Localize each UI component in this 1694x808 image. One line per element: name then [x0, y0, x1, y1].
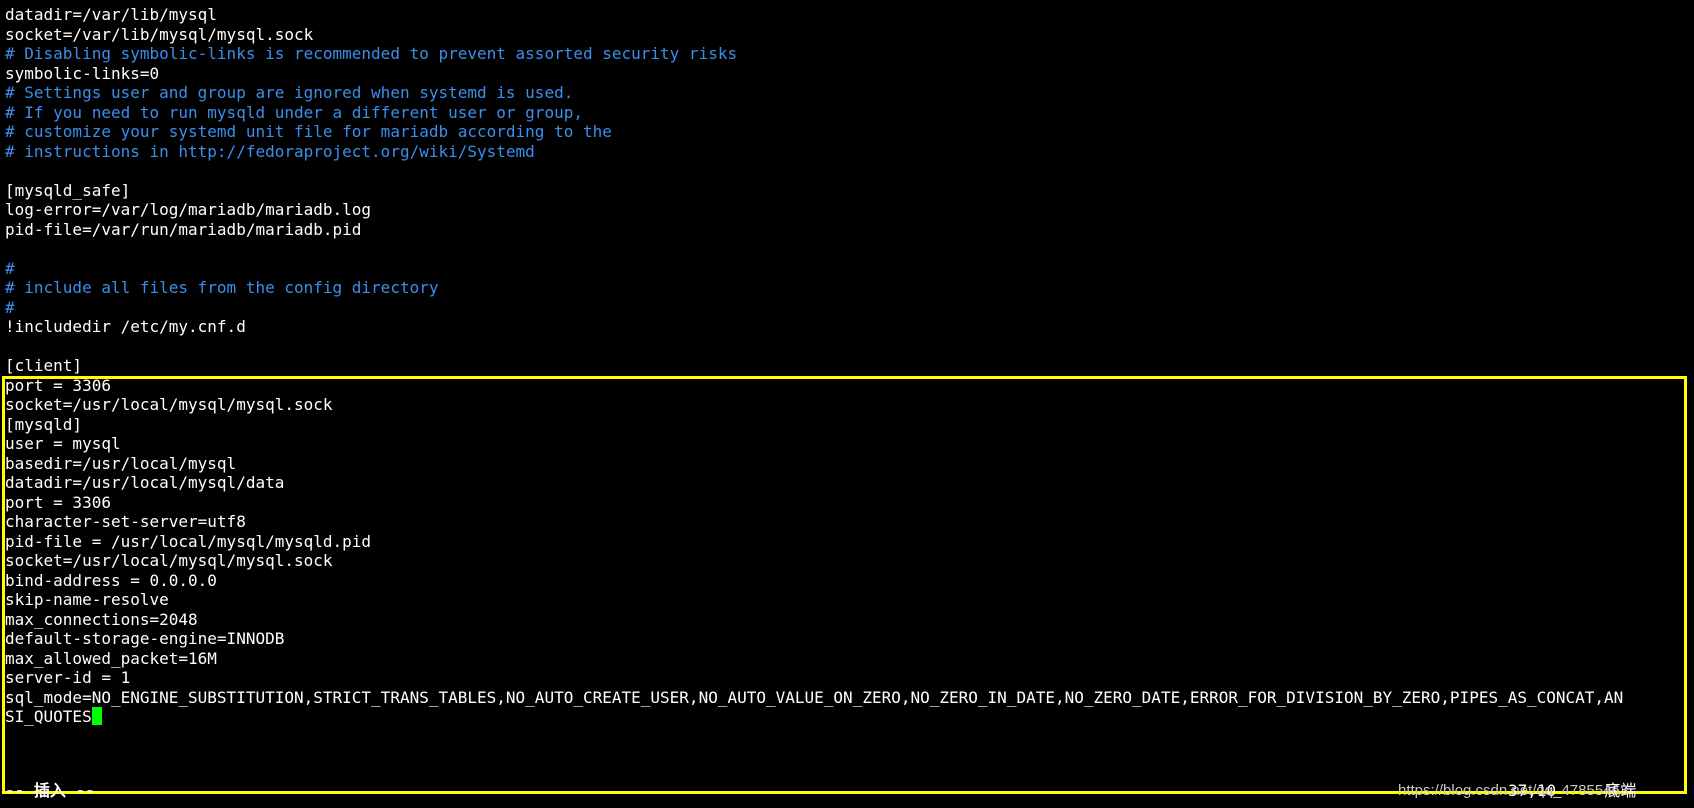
terminal-window[interactable]: datadir=/var/lib/mysql socket=/var/lib/my…	[0, 0, 1694, 808]
line-text: datadir=/var/lib/mysql	[5, 5, 217, 24]
comment-line: # Settings user and group are ignored wh…	[5, 82, 573, 103]
line-text: [mysqld_safe]	[5, 180, 131, 200]
config-line: pid-file=/var/run/mariadb/mariadb.pid	[5, 219, 361, 240]
line-text: # Settings user and group are ignored wh…	[5, 83, 574, 102]
line-text: log-error=/var/log/mariadb/mariadb.log	[5, 200, 372, 219]
config-line: [client]	[5, 355, 82, 376]
line-text: # instructions in http://fedoraproject.o…	[5, 141, 535, 161]
insert-mode-indicator: -- 插入 --	[5, 781, 95, 800]
comment-line: #	[5, 297, 15, 318]
line-text: pid-file=/var/run/mariadb/mariadb.pid	[5, 219, 362, 239]
line-text: !includedir /etc/my.cnf.d	[5, 317, 246, 336]
comment-line: # include all files from the config dire…	[5, 277, 438, 298]
config-line: symbolic-links=0	[5, 63, 159, 84]
watermark: https://blog.csdn.net/qq_47855463	[1398, 782, 1629, 799]
comment-line: # Disabling symbolic-links is recommende…	[5, 43, 737, 64]
line-text: [client]	[5, 356, 83, 375]
comment-line: #	[5, 258, 15, 279]
line-text: # If you need to run mysqld under a diff…	[5, 102, 583, 122]
comment-line: # customize your systemd unit file for m…	[5, 121, 612, 142]
config-line: datadir=/var/lib/mysql	[5, 4, 217, 25]
comment-line: # If you need to run mysqld under a diff…	[5, 102, 583, 123]
comment-line: # instructions in http://fedoraproject.o…	[5, 141, 535, 162]
line-text: # include all files from the config dire…	[5, 278, 439, 297]
line-text: # Disabling symbolic-links is recommende…	[5, 44, 738, 63]
line-text: symbolic-links=0	[5, 63, 160, 83]
highlight-box	[2, 376, 1687, 794]
config-line: log-error=/var/log/mariadb/mariadb.log	[5, 199, 371, 220]
line-text: #	[5, 297, 15, 317]
line-text: #	[5, 258, 15, 278]
line-text: # customize your systemd unit file for m…	[5, 122, 612, 141]
config-line: !includedir /etc/my.cnf.d	[5, 316, 246, 337]
config-line: [mysqld_safe]	[5, 180, 130, 201]
line-text: socket=/var/lib/mysql/mysql.sock	[5, 24, 314, 44]
config-line: socket=/var/lib/mysql/mysql.sock	[5, 24, 313, 45]
